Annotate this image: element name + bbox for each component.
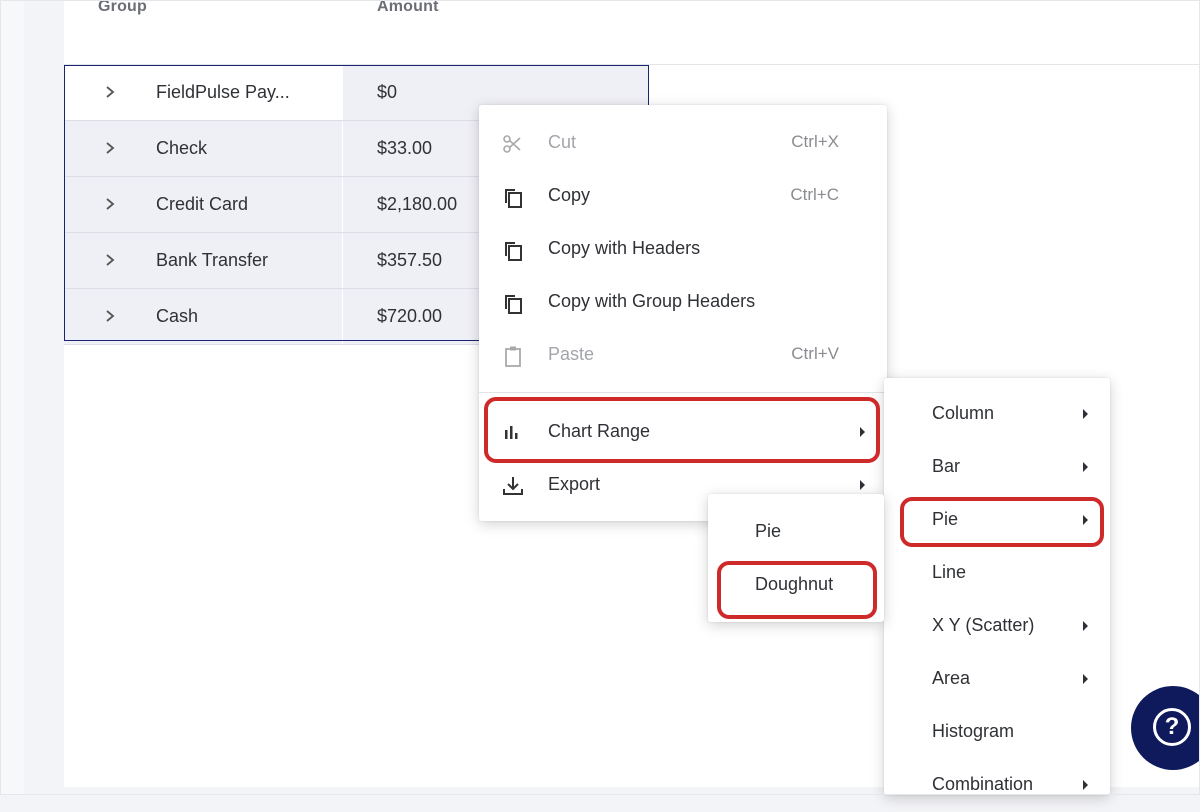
- menu-item-label: Pie: [755, 521, 782, 541]
- download-icon: [501, 474, 525, 498]
- column-divider: [342, 233, 343, 288]
- left-strip: [24, 0, 64, 795]
- menu-item-label: Area: [932, 668, 971, 688]
- chart-type-submenu: Column Bar Pie Line X Y (Scatter) Area H…: [884, 378, 1110, 795]
- menu-item-label: Pie: [932, 509, 959, 529]
- group-cell: FieldPulse Pay...: [156, 82, 290, 102]
- menu-item-copy[interactable]: Copy Ctrl+C: [479, 170, 887, 223]
- column-header-amount[interactable]: Amount: [377, 0, 439, 16]
- menu-item-pie[interactable]: Pie: [884, 494, 1110, 547]
- submenu-arrow-icon: [1083, 515, 1088, 525]
- amount-cell: $357.50: [377, 250, 443, 270]
- menu-item-label: Copy: [548, 185, 591, 205]
- submenu-arrow-icon: [860, 427, 865, 437]
- menu-item-shortcut: Ctrl+X: [791, 132, 839, 151]
- amount-cell: $720.00: [377, 306, 443, 326]
- menu-item-label: Chart Range: [548, 421, 651, 441]
- menu-item-copy-with-group-headers[interactable]: Copy with Group Headers: [479, 276, 887, 329]
- menu-item-histogram[interactable]: Histogram: [884, 706, 1110, 759]
- menu-item-label: Cut: [548, 132, 577, 152]
- column-divider: [342, 121, 343, 176]
- column-divider: [342, 289, 343, 344]
- bar-chart-icon: [501, 421, 525, 445]
- group-cell: Credit Card: [156, 194, 249, 214]
- menu-item-pie-chart[interactable]: Pie: [708, 506, 884, 559]
- menu-item-label: Line: [932, 562, 967, 582]
- copy-icon: [501, 291, 525, 315]
- menu-item-label: Doughnut: [755, 574, 834, 594]
- context-menu: Cut Ctrl+X Copy Ctrl+C Copy with Headers…: [479, 105, 887, 521]
- menu-item-label: Export: [548, 474, 601, 494]
- amount-cell: $2,180.00: [377, 194, 458, 214]
- menu-item-doughnut[interactable]: Doughnut: [708, 559, 884, 612]
- chevron-right-icon[interactable]: [102, 306, 118, 326]
- menu-item-scatter[interactable]: X Y (Scatter): [884, 600, 1110, 653]
- menu-item-label: Column: [932, 403, 995, 423]
- menu-item-shortcut: Ctrl+C: [790, 185, 839, 204]
- pie-type-submenu: Pie Doughnut: [708, 494, 884, 622]
- menu-item-cut[interactable]: Cut Ctrl+X: [479, 117, 887, 170]
- submenu-arrow-icon: [1083, 409, 1088, 419]
- menu-item-combination[interactable]: Combination: [884, 759, 1110, 812]
- menu-item-label: Histogram: [932, 721, 1015, 741]
- submenu-arrow-icon: [1083, 621, 1088, 631]
- amount-cell: $33.00: [377, 138, 433, 158]
- submenu-arrow-icon: [1083, 780, 1088, 790]
- grid-header: Group Amount: [64, 0, 1200, 65]
- column-divider: [342, 65, 343, 120]
- submenu-arrow-icon: [1083, 462, 1088, 472]
- group-cell: Check: [156, 138, 208, 158]
- menu-item-label: Copy with Group Headers: [548, 291, 756, 311]
- clipboard-icon: [501, 344, 525, 368]
- menu-item-line[interactable]: Line: [884, 547, 1110, 600]
- column-header-group[interactable]: Group: [98, 0, 147, 16]
- group-cell: Bank Transfer: [156, 250, 269, 270]
- copy-icon: [501, 238, 525, 262]
- menu-item-column[interactable]: Column: [884, 388, 1110, 441]
- menu-item-shortcut: Ctrl+V: [791, 344, 839, 363]
- submenu-arrow-icon: [860, 480, 865, 490]
- menu-item-label: Paste: [548, 344, 595, 364]
- amount-cell: $0: [377, 82, 398, 102]
- submenu-arrow-icon: [1083, 674, 1088, 684]
- menu-separator: [479, 392, 887, 393]
- menu-item-area[interactable]: Area: [884, 653, 1110, 706]
- copy-icon: [501, 185, 525, 209]
- menu-item-copy-with-headers[interactable]: Copy with Headers: [479, 223, 887, 276]
- menu-item-label: Copy with Headers: [548, 238, 701, 258]
- menu-item-label: X Y (Scatter): [932, 615, 1035, 635]
- chevron-right-icon[interactable]: [102, 250, 118, 270]
- chevron-right-icon[interactable]: [102, 138, 118, 158]
- scissors-icon: [501, 132, 525, 156]
- menu-item-chart-range[interactable]: Chart Range: [479, 406, 887, 459]
- menu-item-paste[interactable]: Paste Ctrl+V: [479, 329, 887, 382]
- column-divider: [342, 177, 343, 232]
- menu-item-label: Combination: [932, 774, 1034, 794]
- menu-item-bar[interactable]: Bar: [884, 441, 1110, 494]
- group-cell: Cash: [156, 306, 199, 326]
- chevron-right-icon[interactable]: [102, 82, 118, 102]
- question-icon: ?: [1153, 708, 1191, 746]
- menu-item-label: Bar: [932, 456, 961, 476]
- chevron-right-icon[interactable]: [102, 194, 118, 214]
- left-gutter: [0, 0, 24, 795]
